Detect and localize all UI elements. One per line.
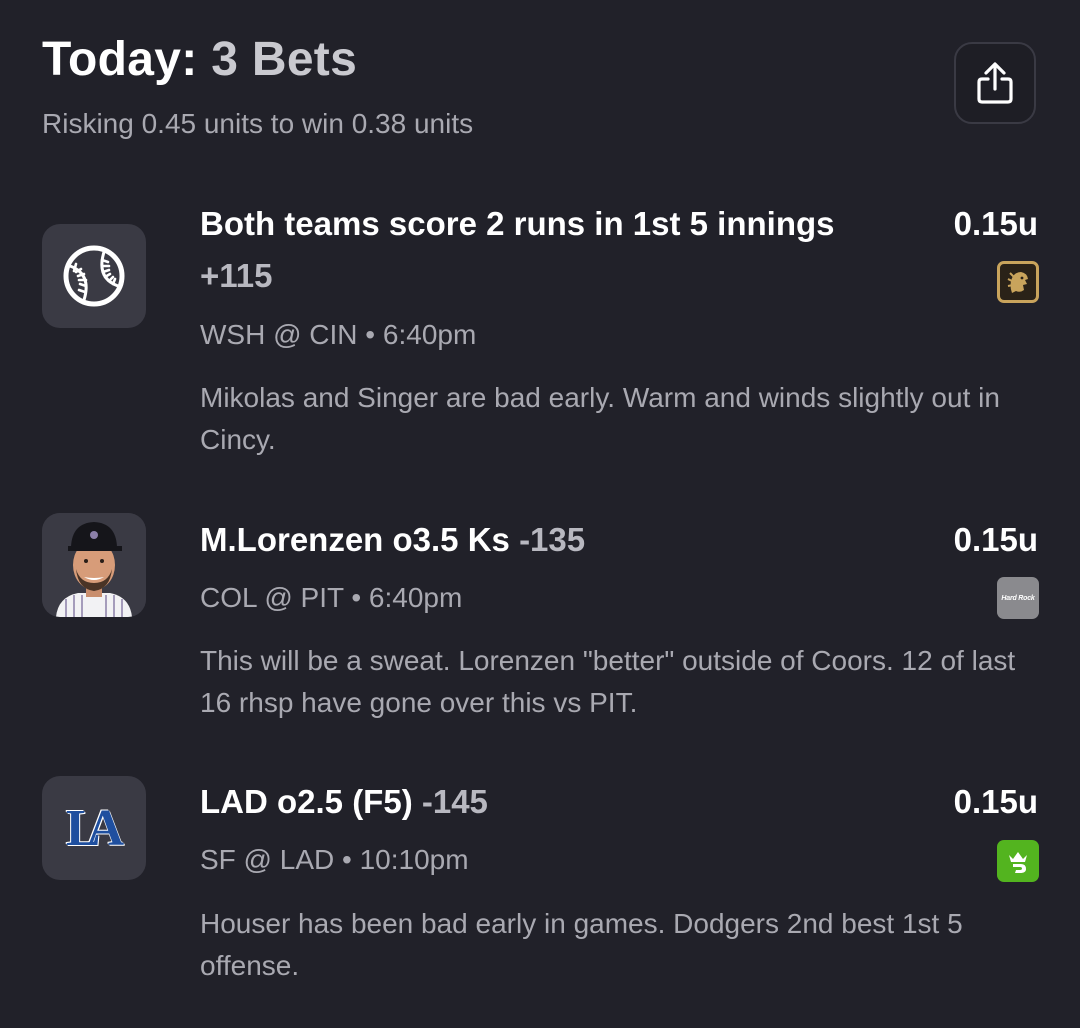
bet-title: Both teams score 2 runs in 1st 5 innings: [200, 205, 835, 242]
bet-units: 0.15u: [953, 521, 1038, 558]
dodgers-la-text: LA: [65, 799, 124, 857]
lion-icon: [1007, 272, 1028, 293]
bet-matchup: SF @ LAD • 10:10pm: [200, 844, 469, 875]
bet-note: Mikolas and Singer are bad early. Warm a…: [200, 382, 1000, 455]
player-photo: [42, 513, 146, 617]
dodgers-logo: LA: [42, 776, 146, 880]
bet-odds: +115: [200, 257, 273, 294]
bet-units: 0.15u: [953, 783, 1038, 820]
bet-matchup: WSH @ CIN • 6:40pm: [200, 319, 477, 350]
bet-sport-icon: [42, 224, 146, 328]
betmgm-logo: [997, 261, 1039, 303]
baseball-icon: [63, 245, 125, 307]
bet-title-text: LAD o2.5 (F5): [200, 783, 413, 820]
bet-note: Houser has been bad early in games. Dodg…: [200, 908, 963, 981]
draftkings-crown-icon: [1009, 852, 1027, 873]
bet-title: LAD o2.5 (F5) -145: [200, 782, 488, 822]
bet-units: 0.15u: [953, 205, 1038, 242]
player-avatar-icon: [42, 513, 146, 617]
bet-title: M.Lorenzen o3.5 Ks -135: [200, 520, 585, 560]
bet-note: This will be a sweat. Lorenzen "better" …: [200, 645, 1016, 718]
share-icon: [977, 62, 1013, 104]
share-button[interactable]: [954, 42, 1036, 124]
bet-matchup: COL @ PIT • 6:40pm: [200, 582, 463, 613]
bet-odds: -145: [421, 783, 488, 820]
risk-summary: Risking 0.45 units to win 0.38 units: [42, 108, 474, 139]
hard-rock-bet-logo: Hard Rock: [997, 577, 1039, 619]
bet-count: 3 Bets: [211, 33, 358, 86]
bet-title-text: M.Lorenzen o3.5 Ks: [200, 521, 510, 558]
page-title: Today: 3 Bets: [42, 30, 357, 90]
hard-rock-text: Hard Rock: [1001, 594, 1035, 602]
bet-odds: -135: [519, 521, 586, 558]
title-prefix: Today:: [42, 33, 198, 86]
draftkings-logo: [997, 840, 1039, 882]
bets-screen: Today: 3 Bets Risking 0.45 units to win …: [0, 0, 1080, 1028]
